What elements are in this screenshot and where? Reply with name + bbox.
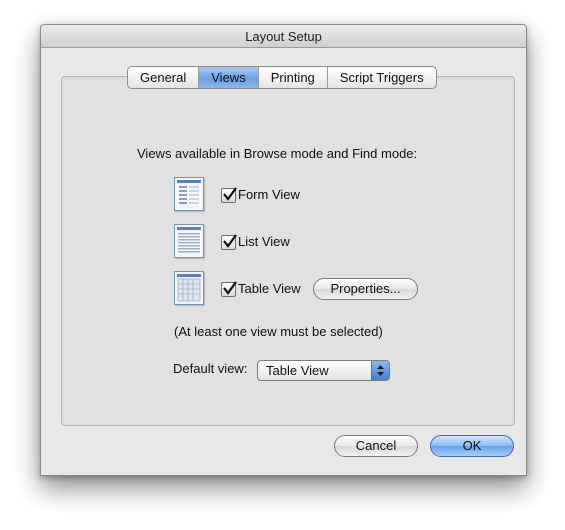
list-view-label[interactable]: List View: [238, 234, 290, 249]
layout-setup-dialog: Layout Setup General Views Printing Scri…: [40, 24, 527, 476]
views-heading: Views available in Browse mode and Find …: [137, 146, 418, 161]
form-view-icon: [174, 177, 204, 211]
table-view-checkbox[interactable]: [221, 281, 237, 297]
list-view-icon: [174, 224, 204, 258]
default-view-label: Default view:: [173, 361, 248, 376]
table-view-label[interactable]: Table View: [238, 281, 301, 296]
ok-button[interactable]: OK: [430, 435, 514, 457]
form-view-checkbox[interactable]: [221, 187, 237, 203]
tab-printing[interactable]: Printing: [259, 67, 328, 88]
tab-views[interactable]: Views: [199, 67, 259, 88]
selection-note: (At least one view must be selected): [174, 324, 383, 339]
cancel-button[interactable]: Cancel: [334, 435, 418, 457]
title-bar[interactable]: Layout Setup: [41, 25, 526, 48]
up-down-arrows-icon: [371, 361, 389, 380]
window-title: Layout Setup: [245, 29, 322, 44]
tab-script-triggers[interactable]: Script Triggers: [328, 67, 436, 88]
properties-button[interactable]: Properties...: [313, 278, 418, 300]
list-view-checkbox[interactable]: [221, 234, 237, 250]
form-view-label[interactable]: Form View: [238, 187, 300, 202]
default-view-value: Table View: [266, 363, 329, 378]
tab-bar: General Views Printing Script Triggers: [127, 66, 437, 89]
default-view-select[interactable]: Table View: [257, 360, 390, 381]
table-view-icon: [174, 271, 204, 305]
tab-general[interactable]: General: [128, 67, 200, 88]
